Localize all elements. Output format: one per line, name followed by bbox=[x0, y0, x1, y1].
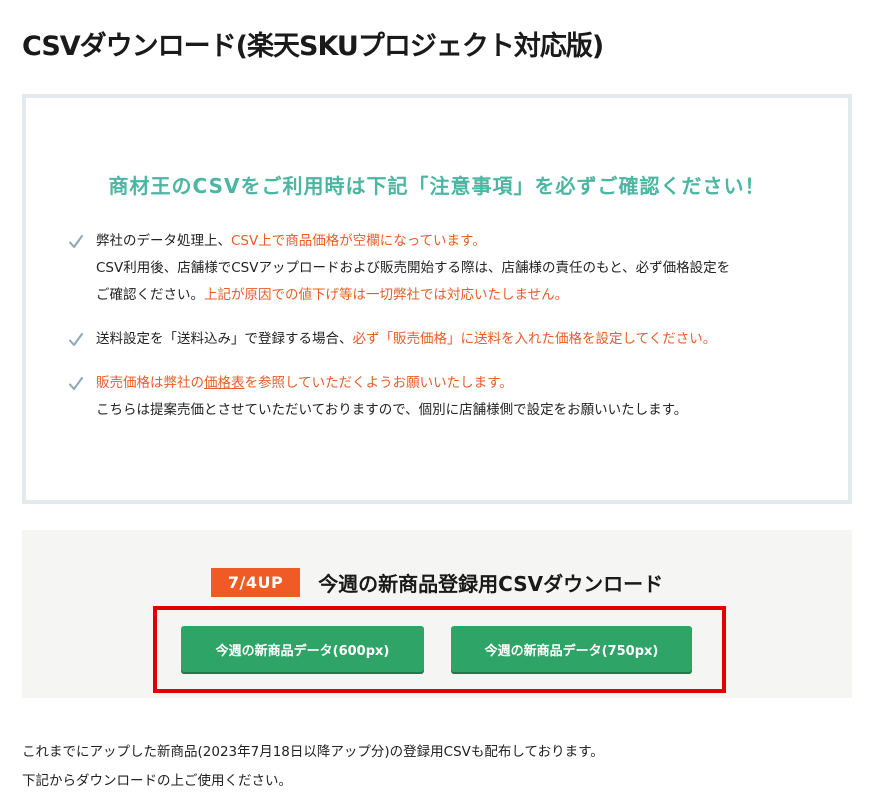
price-list-link[interactable]: 価格表 bbox=[204, 375, 245, 391]
check-icon bbox=[68, 332, 84, 348]
page-title: CSVダウンロード(楽天SKUプロジェクト対応版) bbox=[22, 31, 604, 62]
notice-warning-text: CSV上で商品価格が空欄になっています。 bbox=[231, 233, 486, 249]
footer-line: これまでにアップした新商品(2023年7月18日以降アップ分)の登録用CSVも配… bbox=[22, 744, 604, 760]
footer-text: これまでにアップした新商品(2023年7月18日以降アップ分)の登録用CSVも配… bbox=[22, 738, 604, 796]
notice-text: CSV利用後、店舗様でCSVアップロードおよび販売開始する際は、店舗様の責任のも… bbox=[96, 260, 731, 276]
page: CSVダウンロード(楽天SKUプロジェクト対応版) 商材王のCSVをご利用時は下… bbox=[0, 0, 877, 807]
update-badge: 7/4UP bbox=[210, 568, 301, 597]
notice-warning-text: 上記が原因での値下げ等は一切弊社では対応いたしません。 bbox=[204, 287, 569, 303]
download-title: 今週の新商品登録用CSVダウンロード bbox=[318, 572, 664, 596]
notice-box: 商材王のCSVをご利用時は下記「注意事項」を必ずご確認ください！ 弊社のデータ処… bbox=[22, 94, 852, 504]
notice-line: 弊社のデータ処理上、CSV上で商品価格が空欄になっています。 bbox=[96, 228, 808, 255]
download-heading: 7/4UP 今週の新商品登録用CSVダウンロード bbox=[22, 568, 852, 597]
notice-line: 販売価格は弊社の価格表を参照していただくようお願いいたします。 bbox=[96, 370, 808, 397]
notice-list: 弊社のデータ処理上、CSV上で商品価格が空欄になっています。 CSV利用後、店舗… bbox=[68, 228, 808, 424]
notice-warning-text: 必ず「販売価格」に送料を入れた価格を設定してください。 bbox=[352, 331, 717, 347]
notice-warning-text: 販売価格は弊社の bbox=[96, 375, 204, 391]
notice-item: 送料設定を「送料込み」で登録する場合、必ず「販売価格」に送料を入れた価格を設定し… bbox=[68, 326, 808, 353]
download-750px-button[interactable]: 今週の新商品データ(750px) bbox=[451, 626, 692, 672]
notice-text: 弊社のデータ処理上、 bbox=[96, 233, 231, 249]
notice-heading: 商材王のCSVをご利用時は下記「注意事項」を必ずご確認ください！ bbox=[108, 174, 766, 198]
notice-line: ご確認ください。上記が原因での値下げ等は一切弊社では対応いたしません。 bbox=[96, 282, 808, 309]
notice-item: 販売価格は弊社の価格表を参照していただくようお願いいたします。 こちらは提案売価… bbox=[68, 370, 808, 424]
notice-line: 送料設定を「送料込み」で登録する場合、必ず「販売価格」に送料を入れた価格を設定し… bbox=[96, 326, 808, 353]
download-600px-button[interactable]: 今週の新商品データ(600px) bbox=[181, 626, 424, 672]
check-icon bbox=[68, 234, 84, 250]
notice-text: こちらは提案売価とさせていただいておりますので、個別に店舗様側で設定をお願いいた… bbox=[96, 402, 688, 418]
notice-item: 弊社のデータ処理上、CSV上で商品価格が空欄になっています。 CSV利用後、店舗… bbox=[68, 228, 808, 309]
notice-text: ご確認ください。 bbox=[96, 287, 204, 303]
notice-text: 送料設定を「送料込み」で登録する場合、 bbox=[96, 331, 353, 347]
check-icon bbox=[68, 376, 84, 392]
download-area: 7/4UP 今週の新商品登録用CSVダウンロード 今週の新商品データ(600px)… bbox=[22, 530, 852, 698]
footer-line: 下記からダウンロードの上ご使用ください。 bbox=[22, 773, 292, 789]
notice-warning-text: を参照していただくようお願いいたします。 bbox=[244, 375, 513, 391]
